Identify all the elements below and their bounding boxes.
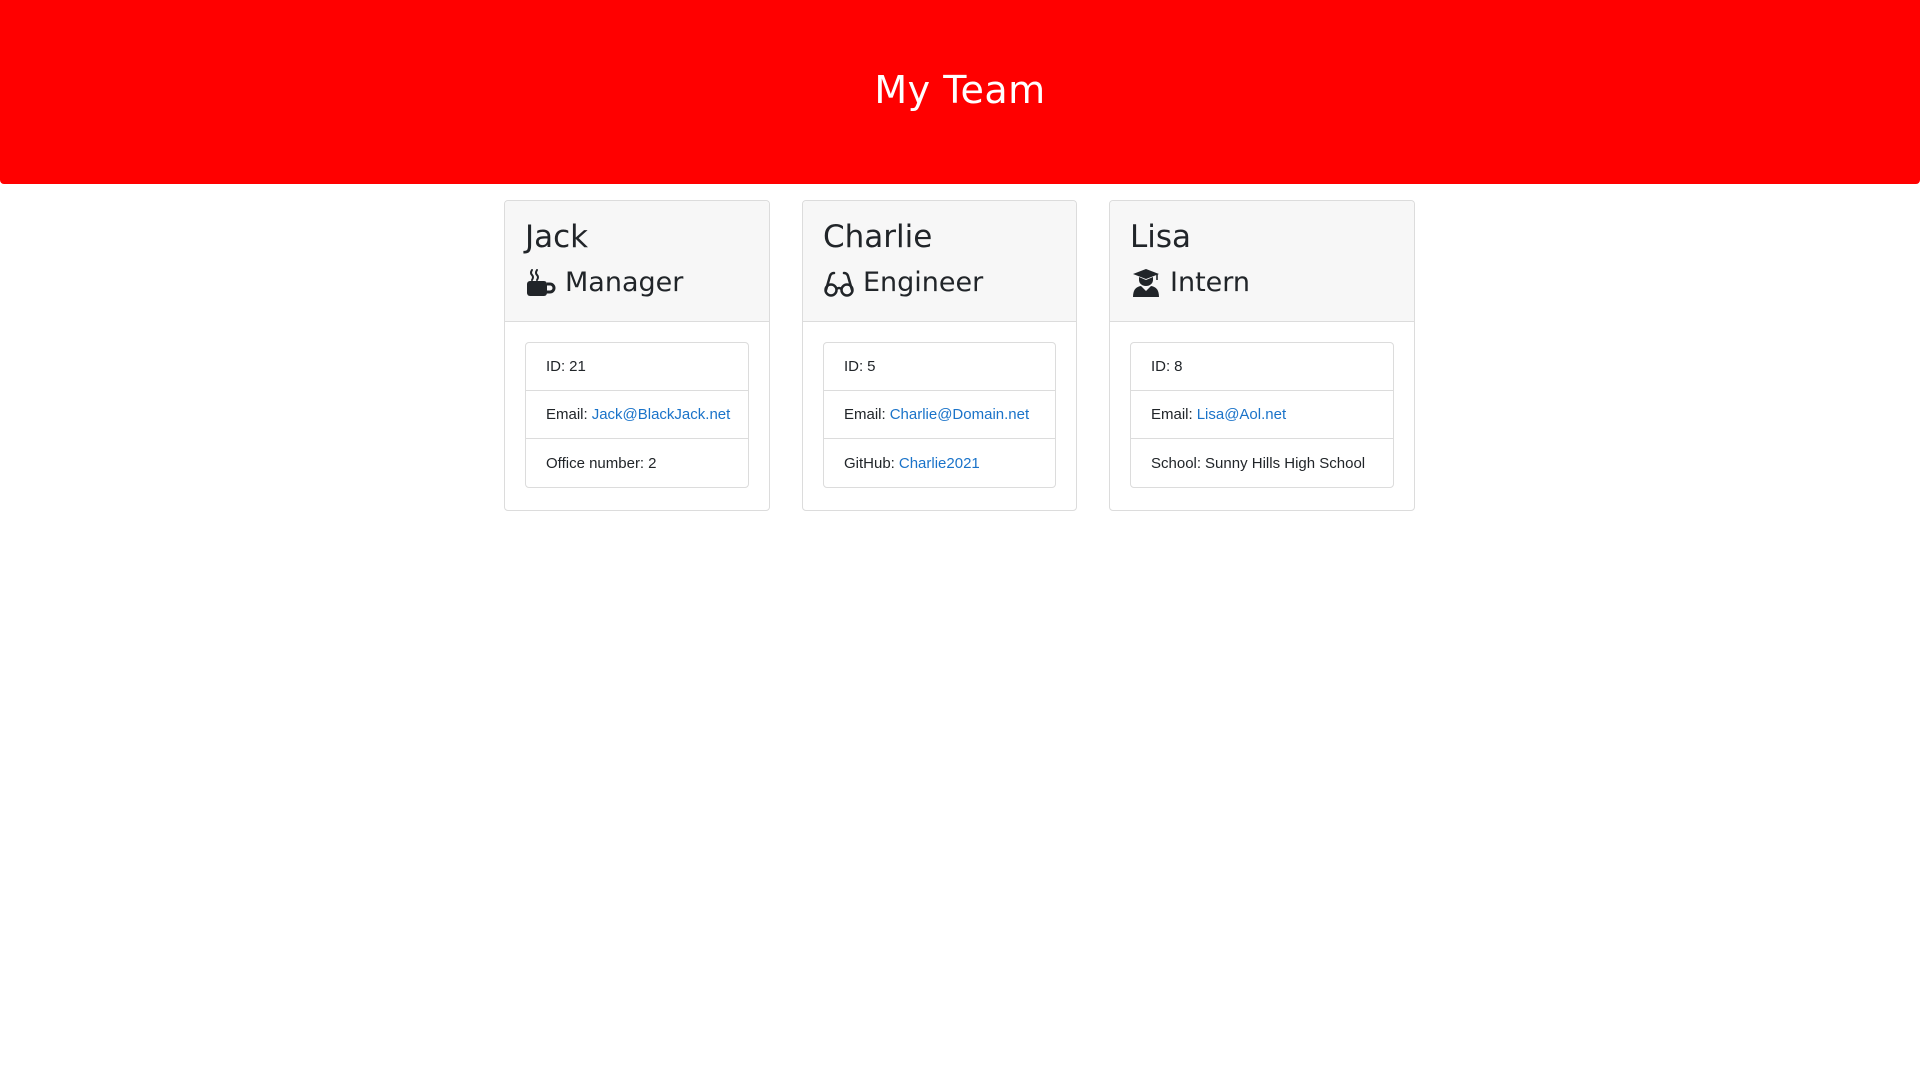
card-header: Lisa Intern [1110, 201, 1414, 322]
email-link[interactable]: Jack@BlackJack.net [592, 406, 731, 423]
employee-role-label: Intern [1170, 267, 1251, 298]
employee-card-manager: Jack Manager ID: 21 Email: Jack@BlackJac… [504, 200, 770, 511]
email-label: Email: [844, 406, 886, 423]
card-body: ID: 21 Email: Jack@BlackJack.net Office … [505, 322, 769, 508]
card-header: Charlie Engineer [803, 201, 1076, 322]
employee-id: ID: 21 [526, 343, 748, 391]
card-body: ID: 8 Email: Lisa@Aol.net School: Sunny … [1110, 322, 1414, 508]
id-value: 5 [867, 358, 876, 375]
employee-school: School: Sunny Hills High School [1131, 439, 1393, 487]
employee-details: ID: 5 Email: Charlie@Domain.net GitHub: … [823, 342, 1056, 488]
employee-email: Email: Lisa@Aol.net [1131, 391, 1393, 439]
coffee-mug-icon [525, 267, 557, 299]
employee-name: Lisa [1130, 219, 1192, 255]
employee-role-label: Engineer [863, 267, 984, 298]
email-label: Email: [546, 406, 588, 423]
email-label: Email: [1151, 406, 1193, 423]
page-header: My Team [0, 0, 1920, 184]
employee-card-engineer: Charlie Engineer ID: 5 Email: Charlie@Do… [802, 200, 1077, 511]
employee-role: Intern [1130, 265, 1394, 301]
github-label: GitHub: [844, 454, 895, 472]
employee-github: GitHub: Charlie2021 [824, 439, 1055, 487]
employee-email: Email: Charlie@Domain.net [824, 391, 1055, 439]
office-number-label: Office number: [546, 454, 645, 472]
employee-card-intern: Lisa Intern ID: 8 Email: Lisa@Aol.net Sc… [1109, 200, 1415, 511]
email-link[interactable]: Lisa@Aol.net [1197, 406, 1286, 423]
employee-id: ID: 8 [1131, 343, 1393, 391]
employee-role-label: Manager [565, 267, 684, 298]
employee-role: Engineer [823, 265, 1056, 301]
id-value: 21 [569, 358, 586, 375]
card-body: ID: 5 Email: Charlie@Domain.net GitHub: … [803, 322, 1076, 508]
id-value: 8 [1174, 358, 1183, 375]
card-header: Jack Manager [505, 201, 769, 322]
employee-id: ID: 5 [824, 343, 1055, 391]
employee-email: Email: Jack@BlackJack.net [526, 391, 748, 439]
glasses-icon [823, 267, 855, 299]
id-label: ID: [546, 358, 566, 375]
graduate-icon [1130, 267, 1162, 299]
school-label: School: [1151, 454, 1202, 472]
email-link[interactable]: Charlie@Domain.net [890, 406, 1029, 423]
employee-name: Jack [525, 219, 589, 255]
employee-office-number: Office number: 2 [526, 439, 748, 487]
office-number-value: 2 [648, 454, 657, 472]
employee-role: Manager [525, 265, 749, 301]
employee-details: ID: 21 Email: Jack@BlackJack.net Office … [525, 342, 749, 488]
employee-details: ID: 8 Email: Lisa@Aol.net School: Sunny … [1130, 342, 1394, 488]
employee-name: Charlie [823, 219, 933, 255]
id-label: ID: [1151, 358, 1171, 375]
github-link[interactable]: Charlie2021 [899, 455, 980, 472]
id-label: ID: [844, 358, 864, 375]
page-title: My Team [874, 68, 1046, 112]
school-value: Sunny Hills High School [1205, 454, 1366, 472]
